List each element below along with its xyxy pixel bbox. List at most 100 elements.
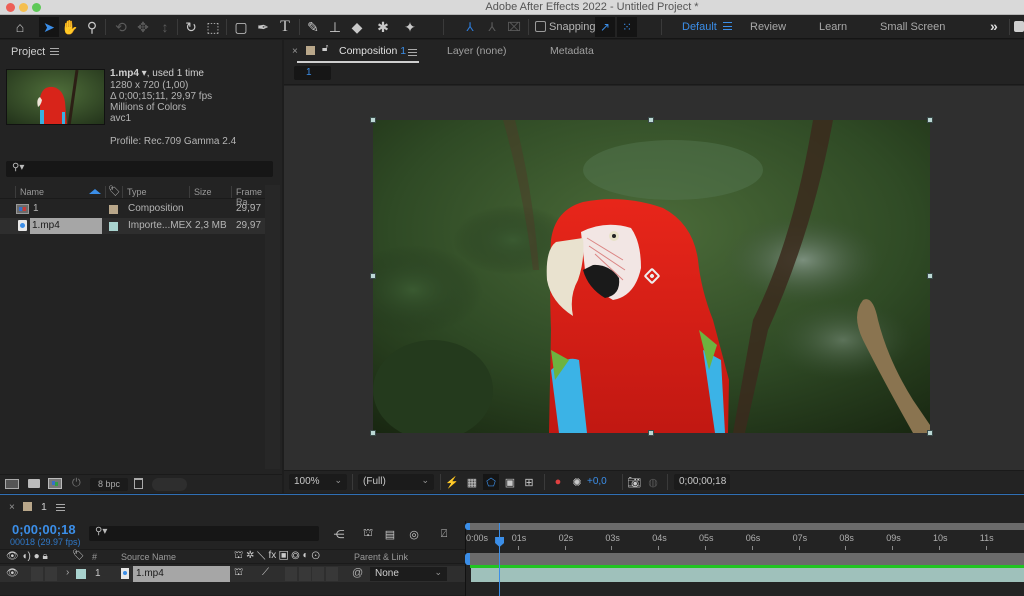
snap-edges-icon[interactable]: ↗ — [595, 17, 615, 37]
quality-switch-icon[interactable]: ⟋ — [262, 567, 269, 578]
shy-layers-icon[interactable]: ⛫ — [360, 526, 376, 542]
close-tab-icon[interactable]: × — [9, 502, 15, 513]
project-panel-menu-icon[interactable] — [50, 48, 59, 55]
column-layer-number[interactable]: # — [92, 552, 97, 562]
new-folder-icon[interactable] — [28, 479, 40, 488]
clone-stamp-tool-icon[interactable]: ⊥ — [325, 17, 345, 37]
project-search-input[interactable]: ⚲▾ — [6, 161, 273, 177]
bit-depth-button[interactable]: 8 bpc — [90, 478, 128, 491]
label-color-swatch[interactable] — [109, 205, 118, 214]
shy-switch-icon[interactable]: ⛫ — [234, 567, 243, 580]
transform-handle-top-right[interactable] — [927, 117, 933, 123]
interpret-footage-icon[interactable] — [5, 479, 19, 489]
mask-visibility-icon[interactable]: ⬠ — [483, 474, 499, 490]
lock-icon[interactable]: 🔓︎ — [322, 43, 328, 54]
motion-blur-icon[interactable]: ◎ — [406, 526, 422, 542]
transparency-grid-icon[interactable]: ▦ — [464, 474, 480, 490]
rectangle-tool-icon[interactable]: ▢ — [231, 17, 251, 37]
transform-handle-bottom-right[interactable] — [927, 430, 933, 436]
parent-pick-whip-icon[interactable]: @ — [352, 567, 363, 579]
world-axis-icon[interactable]: ⅄ — [482, 17, 502, 37]
workspace-default[interactable]: Default — [682, 21, 717, 33]
snap-features-icon[interactable]: ⁙ — [617, 17, 637, 37]
parent-dropdown[interactable]: None ⌄ — [370, 567, 447, 581]
timeline-tab[interactable]: 1 — [41, 501, 47, 513]
project-settings-icon[interactable]: ⏻ — [72, 477, 81, 490]
hand-tool-icon[interactable]: ✋ — [60, 17, 80, 37]
adjustment-layer-switch[interactable] — [326, 567, 338, 581]
pan-behind-tool-icon[interactable]: ⬚ — [203, 17, 223, 37]
composition-breadcrumb[interactable]: 1 — [294, 66, 331, 80]
column-size[interactable]: Size — [194, 187, 212, 197]
label-column-icon[interactable]: 🏷 — [108, 186, 121, 197]
puppet-pin-tool-icon[interactable]: ✦ — [400, 17, 420, 37]
transform-handle-bottom-left[interactable] — [370, 430, 376, 436]
video-visibility-icon[interactable]: 👁︎ — [6, 568, 19, 579]
snapshot-camera-icon[interactable]: 📷︎ — [626, 474, 642, 490]
frame-blending-icon[interactable]: ▤ — [382, 526, 398, 542]
view-axis-icon[interactable]: ⌧ — [504, 17, 524, 37]
orbit-camera-icon[interactable]: ⟲ — [111, 17, 131, 37]
transform-handle-bottom[interactable] — [648, 430, 654, 436]
transform-handle-left[interactable] — [370, 273, 376, 279]
column-name[interactable]: Name — [20, 187, 44, 197]
delete-icon[interactable] — [134, 478, 143, 489]
footage-frame[interactable] — [373, 120, 930, 433]
transform-handle-right[interactable] — [927, 273, 933, 279]
time-navigator-bar[interactable] — [467, 523, 1024, 530]
expand-layer-chevron-icon[interactable]: › — [66, 567, 69, 578]
snapping-checkbox[interactable] — [535, 21, 546, 32]
timeline-search-input[interactable]: ⚲▾ — [89, 526, 319, 541]
project-tab[interactable]: Project — [11, 46, 45, 58]
exposure-value[interactable]: +0,0 — [587, 476, 607, 487]
pan-camera-icon[interactable]: ✥ — [133, 17, 153, 37]
workspace-learn[interactable]: Learn — [819, 21, 847, 33]
audio-toggle[interactable] — [31, 567, 43, 581]
eraser-tool-icon[interactable]: ◆ — [347, 17, 367, 37]
dolly-camera-icon[interactable]: ↕ — [155, 17, 175, 37]
tab-metadata[interactable]: Metadata — [550, 45, 594, 57]
layer-label-swatch[interactable] — [76, 569, 86, 579]
pen-tool-icon[interactable]: ✒ — [253, 17, 273, 37]
sort-ascending-icon[interactable] — [89, 189, 101, 194]
magnification-dropdown[interactable]: 100% ⌄ — [289, 474, 347, 490]
fast-previews-icon[interactable]: ⚡ — [444, 474, 460, 490]
current-time-display[interactable]: 0;00;00;18 — [674, 474, 730, 490]
label-column-icon[interactable]: 🏷 — [72, 550, 85, 561]
column-parent-link[interactable]: Parent & Link — [354, 552, 408, 562]
project-item-row[interactable]: 1 Composition 29,97 — [0, 201, 265, 217]
timeline-current-time[interactable]: 0;00;00;18 — [12, 522, 76, 537]
comp-mini-flowchart-icon[interactable]: ⋲ — [331, 526, 347, 542]
resolution-dropdown[interactable]: (Full) ⌄ — [358, 474, 434, 490]
timeline-panel-menu-icon[interactable] — [56, 504, 65, 511]
close-tab-icon[interactable]: × — [292, 46, 298, 57]
column-type[interactable]: Type — [127, 187, 147, 197]
settings-icon[interactable] — [1014, 21, 1024, 32]
type-tool-icon[interactable]: T — [275, 17, 295, 37]
local-axis-icon[interactable]: ⅄ — [460, 17, 480, 37]
tab-layer[interactable]: Layer (none) — [447, 45, 507, 57]
show-snapshot-icon[interactable]: ◍ — [645, 474, 661, 490]
roto-brush-tool-icon[interactable]: ✱ — [373, 17, 393, 37]
workspace-overflow-icon[interactable]: » — [990, 18, 998, 34]
selection-tool-icon[interactable]: ➤ — [39, 17, 59, 37]
tab-composition[interactable]: Composition 1 — [339, 45, 406, 57]
home-icon[interactable]: ⌂ — [10, 17, 30, 37]
frame-blend-switch[interactable] — [299, 567, 311, 581]
transform-handle-top-left[interactable] — [370, 117, 376, 123]
channel-rgb-icon[interactable]: ● — [550, 474, 566, 490]
graph-editor-icon[interactable]: ⍁ — [436, 526, 452, 542]
new-composition-icon[interactable] — [48, 478, 62, 489]
project-scrollbar[interactable] — [265, 185, 280, 469]
workspace-small-screen[interactable]: Small Screen — [880, 21, 945, 33]
composition-viewer[interactable] — [284, 86, 1024, 470]
motion-blur-switch[interactable] — [312, 567, 324, 581]
project-zoom-slider[interactable] — [152, 478, 187, 491]
item-name-editing-field[interactable]: 1.mp4 — [30, 218, 102, 234]
column-source-name[interactable]: Source Name — [121, 552, 176, 562]
workspace-review[interactable]: Review — [750, 21, 786, 33]
composition-panel-menu-icon[interactable] — [408, 49, 417, 56]
layer-row[interactable]: 👁︎ › 1 1.mp4 ⛫ ⟋ @ None ⌄ — [0, 566, 465, 582]
grid-guides-icon[interactable]: ⊞ — [521, 474, 537, 490]
zoom-tool-icon[interactable]: ⚲ — [82, 17, 102, 37]
